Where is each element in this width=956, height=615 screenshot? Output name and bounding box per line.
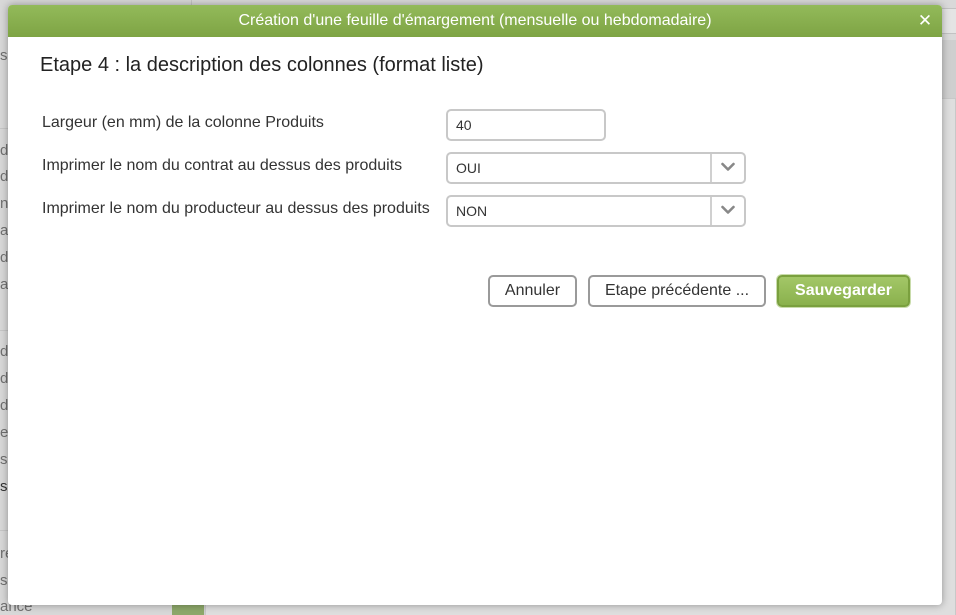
contract-name-select[interactable]: OUI bbox=[446, 152, 746, 184]
close-icon[interactable]: ✕ bbox=[916, 5, 934, 37]
producer-name-label: Imprimer le nom du producteur au dessus … bbox=[42, 200, 430, 217]
form-row-producer-name: Imprimer le nom du producteur au dessus … bbox=[42, 195, 762, 227]
sidebar-fragment: s bbox=[0, 47, 8, 64]
width-label: Largeur (en mm) de la colonne Produits bbox=[42, 114, 324, 131]
width-input[interactable] bbox=[446, 109, 606, 141]
contract-name-label: Imprimer le nom du contrat au dessus des… bbox=[42, 157, 403, 174]
contract-name-value: OUI bbox=[456, 160, 481, 176]
chevron-down-icon[interactable] bbox=[710, 154, 744, 182]
producer-name-select[interactable]: NON bbox=[446, 195, 746, 227]
dialog-title: Création d'une feuille d'émargement (men… bbox=[238, 12, 712, 29]
producer-name-value: NON bbox=[456, 203, 488, 219]
previous-step-button[interactable]: Etape précédente ... bbox=[588, 275, 766, 307]
cancel-button[interactable]: Annuler bbox=[488, 275, 577, 307]
sidebar-fragment: s bbox=[0, 478, 8, 495]
chevron-down-icon[interactable] bbox=[710, 197, 744, 225]
modal-dialog: Création d'une feuille d'émargement (men… bbox=[8, 5, 942, 605]
form-row-width: Largeur (en mm) de la colonne Produits bbox=[42, 109, 762, 141]
dialog-header: Création d'une feuille d'émargement (men… bbox=[8, 5, 942, 37]
sidebar-fragment: s bbox=[0, 451, 8, 468]
sidebar-fragment: s bbox=[0, 572, 8, 589]
form-row-contract-name: Imprimer le nom du contrat au dessus des… bbox=[42, 152, 762, 184]
step-title: Etape 4 : la description des colonnes (f… bbox=[40, 54, 484, 76]
save-button[interactable]: Sauvegarder bbox=[777, 275, 910, 307]
